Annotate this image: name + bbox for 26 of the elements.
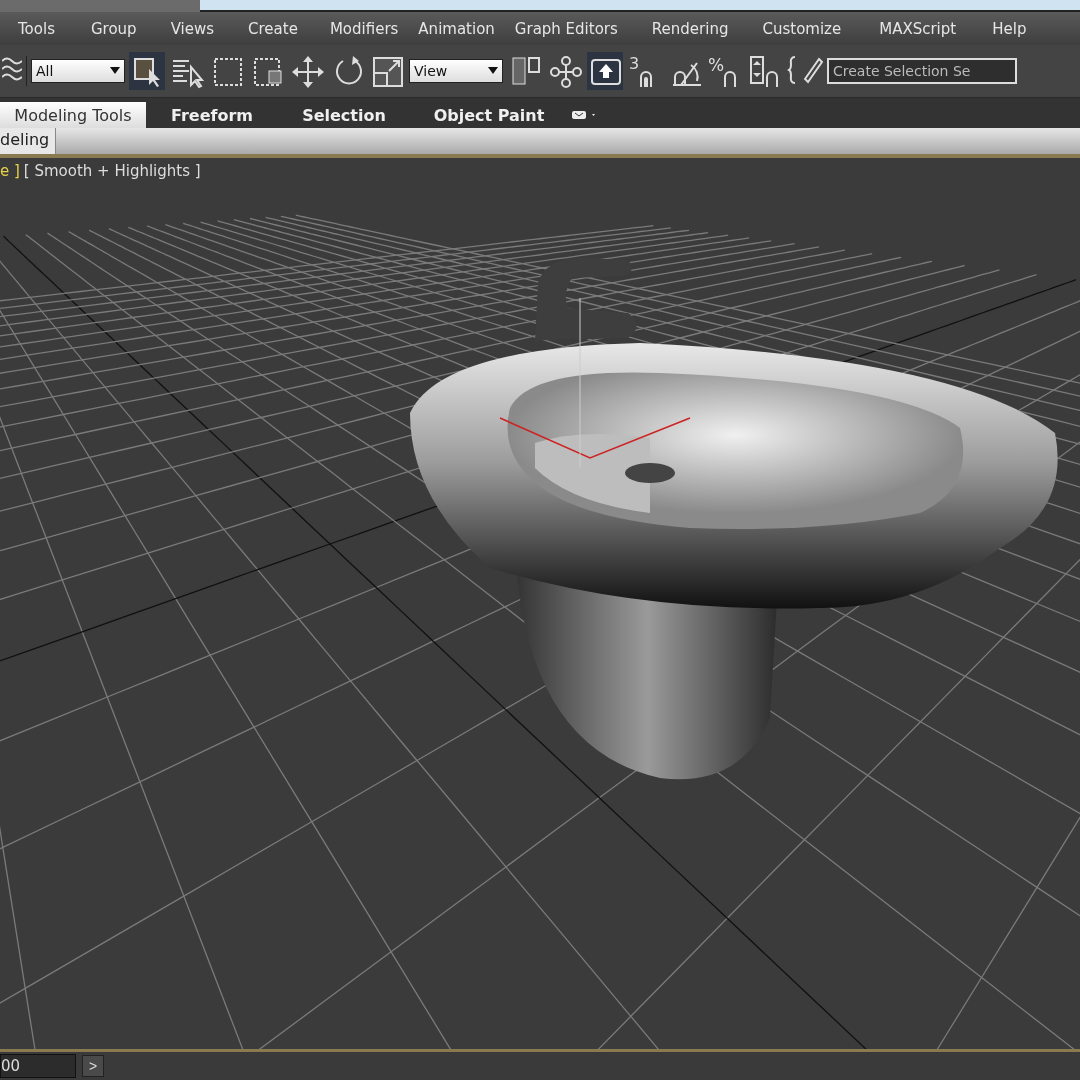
menu-item[interactable]: Customize (762, 19, 842, 38)
ribbon-tab[interactable]: Modeling Tools (0, 102, 146, 128)
named-selection-field[interactable]: Create Selection Se (827, 58, 1017, 84)
menu-item[interactable]: Views (170, 19, 215, 38)
coordinate-system-dropdown[interactable]: View (409, 59, 503, 83)
ribbon-panel-tab[interactable]: deling (0, 128, 57, 154)
menu-item[interactable]: Create (248, 19, 298, 38)
next-frame-button[interactable]: > (82, 1055, 104, 1077)
frame-field[interactable]: 00 (0, 1054, 76, 1078)
menu-item[interactable]: Graph Editors (514, 19, 618, 38)
menu-item[interactable]: Modifiers (329, 19, 399, 38)
menu-item[interactable]: Group (90, 19, 137, 38)
viewport-label[interactable]: e ] (0, 162, 20, 180)
caret-icon (488, 67, 498, 75)
menu-item[interactable]: Tools (18, 19, 55, 38)
menu-item[interactable]: Help (992, 19, 1027, 38)
viewport-label[interactable]: [ Smooth + Highlights ] (23, 162, 201, 180)
ribbon-tab[interactable]: Freeform (146, 102, 278, 128)
menu-item[interactable]: MAXScript (879, 19, 957, 38)
caret-icon (110, 67, 120, 75)
selection-filter-dropdown[interactable]: All (31, 59, 125, 83)
pivot-icon[interactable] (547, 53, 583, 89)
ribbon-tab[interactable]: Object Paint (410, 102, 568, 128)
ribbon-tab[interactable]: Selection (278, 102, 410, 128)
menu-item[interactable]: Rendering (651, 19, 729, 38)
menu-item[interactable]: Animation (418, 19, 495, 38)
